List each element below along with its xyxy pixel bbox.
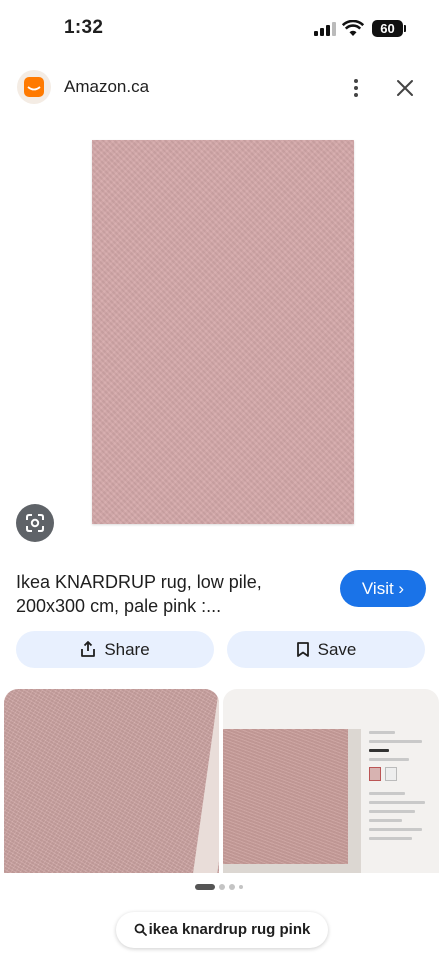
more-vert-icon[interactable] [348,76,364,100]
battery-icon: 60 [372,20,406,37]
wifi-icon [341,19,365,37]
share-button[interactable]: Share [16,631,214,668]
pagination-dots [195,884,247,890]
result-title[interactable]: Ikea KNARDRUP rug, low pile, 200x300 cm,… [16,570,316,618]
search-icon [134,923,147,936]
close-icon[interactable] [393,76,417,100]
save-label: Save [317,640,357,659]
save-button[interactable]: Save [227,631,425,668]
product-image[interactable] [92,140,354,524]
visit-button[interactable]: Visit › [340,570,426,607]
share-label: Share [104,640,150,659]
site-name[interactable]: Amazon.ca [64,77,149,97]
search-query-chip[interactable]: ikea knardrup rug pink [116,912,328,948]
cellular-signal-icon [314,22,336,36]
share-icon [81,641,96,657]
amazon-logo-icon [17,70,51,104]
related-image-product-page[interactable] [223,689,439,873]
search-query-text: ikea knardrup rug pink [148,921,311,938]
lens-search-icon[interactable] [16,504,54,542]
related-image-rug-closeup[interactable] [4,689,219,873]
status-time: 1:32 [64,17,104,38]
bookmark-icon [296,642,309,657]
